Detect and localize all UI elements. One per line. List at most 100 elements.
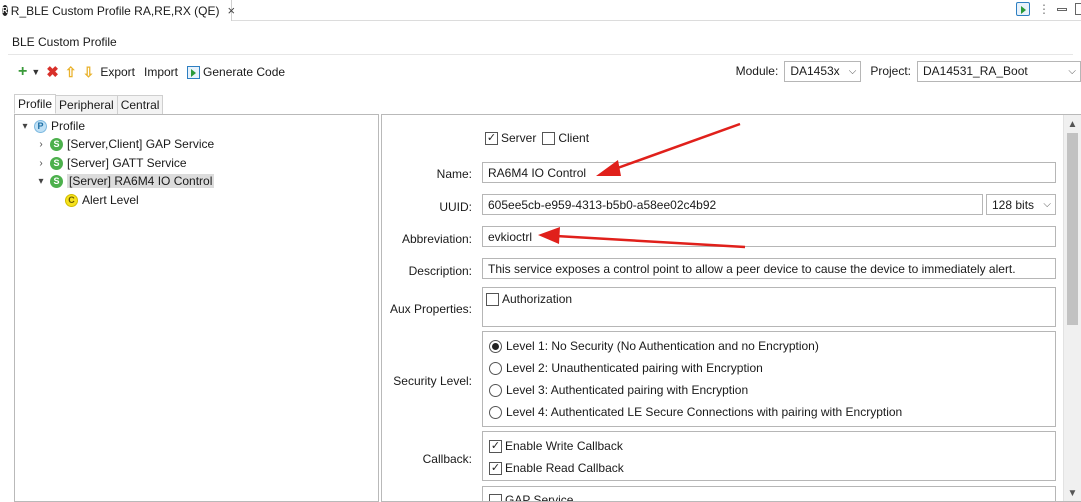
module-label: Module: xyxy=(735,64,779,78)
security-level-1-option[interactable]: Level 1: No Security (No Authentication … xyxy=(489,339,819,353)
divider xyxy=(8,54,1073,55)
authorization-checkbox[interactable] xyxy=(486,292,499,306)
gap-service-option[interactable]: GAP Service xyxy=(489,493,574,502)
vertical-scrollbar[interactable]: ▲ ▼ xyxy=(1063,115,1081,501)
security-level-text: Level 3: Authenticated pairing with Encr… xyxy=(506,383,749,397)
profile-icon: P xyxy=(34,119,47,133)
abbreviation-label: Abbreviation: xyxy=(401,232,472,246)
security-level-3-option[interactable]: Level 3: Authenticated pairing with Encr… xyxy=(489,383,748,397)
uuid-bits-dropdown[interactable]: 128 bits ⌵ xyxy=(986,194,1056,215)
description-label: Description: xyxy=(408,264,472,278)
description-field[interactable]: This service exposes a control point to … xyxy=(482,258,1056,279)
subtabs: Profile Peripheral Central xyxy=(14,94,164,114)
chevron-right-icon[interactable]: › xyxy=(35,158,47,169)
radio-button[interactable] xyxy=(489,361,502,375)
read-callback-option[interactable]: ✓ Enable Read Callback xyxy=(489,461,624,475)
uuid-label: UUID: xyxy=(439,200,472,214)
profile-tree: ▾ P Profile › S [Server,Client] GAP Serv… xyxy=(14,114,379,502)
tree-item-label: [Server,Client] GAP Service xyxy=(67,137,215,151)
move-down-icon[interactable]: ⇩ xyxy=(83,64,95,81)
read-callback-checkbox[interactable]: ✓ xyxy=(489,461,502,475)
project-value: DA14531_RA_Boot xyxy=(923,64,1028,78)
move-up-icon[interactable]: ⇧ xyxy=(65,64,77,81)
delete-icon[interactable]: ✖ xyxy=(46,63,59,81)
chevron-down-icon[interactable]: ▼ xyxy=(31,67,40,77)
write-callback-checkbox[interactable]: ✓ xyxy=(489,439,502,453)
tab-profile[interactable]: Profile xyxy=(14,94,57,114)
renesas-logo-icon: R xyxy=(2,5,8,16)
view-menu-icon[interactable]: ⋮ xyxy=(1038,2,1050,16)
tree-item-label: [Server] GATT Service xyxy=(67,156,187,170)
generate-code-button[interactable]: Generate Code xyxy=(203,65,285,79)
name-field[interactable]: RA6M4 IO Control xyxy=(482,162,1056,183)
project-label: Project: xyxy=(870,64,911,78)
tab-central[interactable]: Central xyxy=(117,95,164,114)
service-icon: S xyxy=(50,137,63,151)
server-label: Server xyxy=(501,131,537,145)
tree-item-label: Profile xyxy=(51,119,86,133)
radio-button[interactable] xyxy=(489,383,502,397)
read-callback-label: Enable Read Callback xyxy=(505,461,624,475)
server-checkbox[interactable]: ✓ xyxy=(485,131,498,145)
security-level-2-option[interactable]: Level 2: Unauthenticated pairing with En… xyxy=(489,361,763,375)
chevron-down-icon[interactable]: ▾ xyxy=(35,176,47,187)
radio-button[interactable] xyxy=(489,405,502,419)
security-level-box: Level 1: No Security (No Authentication … xyxy=(482,331,1056,427)
write-callback-option[interactable]: ✓ Enable Write Callback xyxy=(489,439,623,453)
generate-code-view-icon[interactable] xyxy=(1016,2,1030,16)
characteristic-icon: C xyxy=(65,193,78,207)
gap-service-box: GAP Service xyxy=(482,486,1056,502)
scroll-thumb[interactable] xyxy=(1067,133,1078,325)
tree-item-profile[interactable]: ▾ P Profile xyxy=(19,117,85,135)
module-dropdown[interactable]: DA1453x ⌵ xyxy=(784,60,862,82)
tab-peripheral[interactable]: Peripheral xyxy=(56,95,118,114)
maximize-icon[interactable] xyxy=(1075,3,1081,15)
gap-service-checkbox[interactable] xyxy=(489,493,502,501)
authorization-option[interactable]: Authorization xyxy=(486,292,572,306)
gap-service-label: GAP Service xyxy=(505,493,574,502)
generate-code-icon[interactable] xyxy=(187,65,201,79)
chevron-down-icon: ⌵ xyxy=(848,65,857,77)
tree-item-alert-level[interactable]: C Alert Level xyxy=(65,191,139,209)
import-button[interactable]: Import xyxy=(144,65,178,79)
write-callback-label: Enable Write Callback xyxy=(505,439,623,453)
editor-tab-title: R_BLE Custom Profile RA,RE,RX (QE) xyxy=(10,3,220,18)
chevron-right-icon[interactable]: › xyxy=(35,139,47,150)
role-checkboxes: ✓ Server Client xyxy=(485,131,589,145)
minimize-icon[interactable] xyxy=(1057,7,1067,11)
tree-item-label: [Server] RA6M4 IO Control xyxy=(67,174,215,188)
radio-button[interactable] xyxy=(489,339,502,353)
security-level-text: Level 2: Unauthenticated pairing with En… xyxy=(506,361,763,375)
scroll-up-icon[interactable]: ▲ xyxy=(1064,119,1081,130)
aux-properties-box: Authorization xyxy=(482,287,1056,327)
tree-item-gatt-service[interactable]: › S [Server] GATT Service xyxy=(35,154,187,172)
scroll-down-icon[interactable]: ▼ xyxy=(1064,488,1081,499)
view-controls: ⋮ xyxy=(1016,2,1081,16)
add-icon[interactable]: + xyxy=(18,64,27,80)
security-level-text: Level 4: Authenticated LE Secure Connect… xyxy=(506,405,903,419)
name-label: Name: xyxy=(436,167,472,181)
callback-box: ✓ Enable Write Callback ✓ Enable Read Ca… xyxy=(482,431,1056,481)
callback-label: Callback: xyxy=(422,452,472,466)
security-level-label: Security Level: xyxy=(393,374,472,388)
tree-item-gap-service[interactable]: › S [Server,Client] GAP Service xyxy=(35,135,214,153)
project-dropdown[interactable]: DA14531_RA_Boot ⌵ xyxy=(917,60,1081,82)
export-button[interactable]: Export xyxy=(100,65,135,79)
uuid-field[interactable]: 605ee5cb-e959-4313-b5b0-a58ee02c4b92 xyxy=(482,194,983,215)
chevron-down-icon: ⌵ xyxy=(1068,65,1076,77)
toolbar: + ▼ ✖ ⇧ ⇩ Export Import Generate Code xyxy=(18,62,294,82)
authorization-label: Authorization xyxy=(502,292,573,306)
tree-item-label: Alert Level xyxy=(82,193,139,207)
security-level-text: Level 1: No Security (No Authentication … xyxy=(506,339,819,353)
tree-item-io-control[interactable]: ▾ S [Server] RA6M4 IO Control xyxy=(35,172,215,190)
editor-tab[interactable]: R R_BLE Custom Profile RA,RE,RX (QE) × xyxy=(0,0,235,21)
client-checkbox[interactable] xyxy=(542,131,556,145)
chevron-down-icon[interactable]: ▾ xyxy=(19,121,31,132)
aux-properties-label: Aux Properties: xyxy=(389,302,472,316)
section-title: BLE Custom Profile xyxy=(12,35,117,49)
service-icon: S xyxy=(50,174,63,188)
close-icon[interactable]: × xyxy=(228,3,236,18)
security-level-4-option[interactable]: Level 4: Authenticated LE Secure Connect… xyxy=(489,405,902,419)
uuid-bits-value: 128 bits xyxy=(992,197,1035,212)
abbreviation-field[interactable]: evkioctrl xyxy=(482,226,1056,247)
